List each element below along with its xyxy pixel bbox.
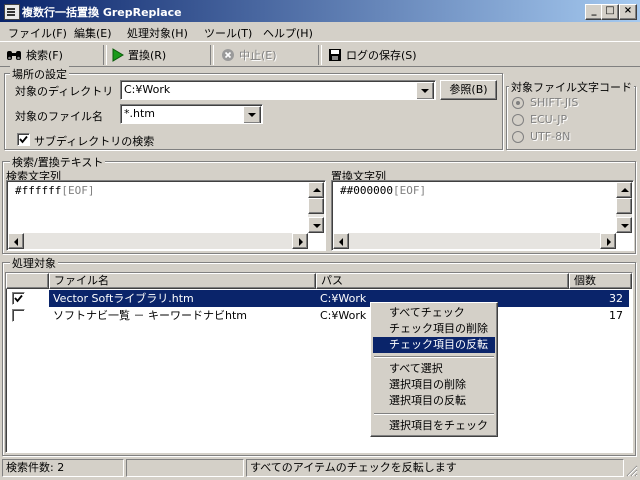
row-checkbox[interactable] [12,309,25,322]
filename-label: 対象のファイル名 [15,110,103,123]
encoding-radio-utf8n[interactable] [512,131,524,143]
scroll-down-arrow[interactable] [616,217,632,233]
targets-list[interactable]: ファイル名 パス 個数 Vector Softライブラリ.htm C:¥Work… [5,272,633,453]
eof-marker: [EOF] [392,184,427,197]
column-header-check[interactable] [6,273,49,289]
encoding-label-eucjp: ECU-JP [530,113,568,126]
row-count: 17 [609,309,623,322]
encoding-label-utf8n: UTF-8N [530,130,571,143]
targets-group-label: 処理対象 [10,255,58,271]
menu-file[interactable]: ファイル(F) [8,25,67,41]
eof-marker: [EOF] [61,184,95,197]
column-header-path[interactable]: パス [316,273,569,289]
context-menu: すべてチェック チェック項目の削除 チェック項目の反転 すべて選択 選択項目の削… [370,302,498,437]
scroll-right-arrow[interactable] [292,233,308,249]
encoding-radio-sjis[interactable] [512,97,524,109]
play-icon [112,48,124,62]
scroll-left-arrow[interactable] [333,233,349,249]
floppy-disk-icon [329,49,341,61]
directory-combobox[interactable]: C:¥Work [120,80,436,100]
status-message: すべてのアイテムのチェックを反転します [246,459,624,477]
window-title: 複数行一括置換 GrepReplace [22,6,182,19]
replace-hscrollbar[interactable] [333,233,616,249]
row-filename: ソフトナビ一覧 － キーワードナビhtm [53,309,247,322]
menu-edit[interactable]: 編集(E) [74,25,112,41]
browse-button[interactable]: 参照(B) [440,80,497,100]
maximize-button[interactable]: □ [601,4,619,20]
filename-dropdown-arrow[interactable] [243,106,261,123]
ctx-delete-selected[interactable]: 選択項目の削除 [373,377,495,393]
search-hscrollbar[interactable] [8,233,308,249]
replace-textarea[interactable]: ##000000[EOF] [331,180,634,251]
scroll-up-arrow[interactable] [308,182,324,198]
ctx-invert-checked[interactable]: チェック項目の反転 [373,337,495,353]
ctx-separator [374,356,494,358]
stop-tool-button[interactable]: 中止(E) [221,47,277,63]
ctx-select-all[interactable]: すべて選択 [373,361,495,377]
save-log-button[interactable]: ログの保存(S) [328,47,417,63]
ctx-invert-selected[interactable]: 選択項目の反転 [373,393,495,409]
replace-text-value: ##000000 [340,184,393,197]
replace-tool-button[interactable]: 置換(R) [112,47,166,63]
status-count: 検索件数: 2 [2,459,124,477]
binoculars-icon [7,51,21,60]
directory-dropdown-arrow[interactable] [416,82,434,99]
toolbar-separator [103,45,107,65]
ctx-delete-checked[interactable]: チェック項目の削除 [373,321,495,337]
scroll-up-arrow[interactable] [616,182,632,198]
row-count: 32 [569,290,629,307]
subdir-checkbox[interactable] [17,133,30,146]
scroll-right-arrow[interactable] [600,233,616,249]
encoding-group-label: 対象ファイル文字コード [509,79,634,95]
scroll-down-arrow[interactable] [308,217,324,233]
table-row[interactable]: Vector Softライブラリ.htm C:¥Work 32 [6,290,632,307]
scroll-thumb[interactable] [616,198,632,214]
size-grip-icon [626,465,638,477]
encoding-label-sjis: SHIFT-JIS [530,96,579,109]
save-log-label: ログの保存(S) [346,49,417,62]
search-tool-label: 検索(F) [26,49,63,62]
ctx-check-all[interactable]: すべてチェック [373,305,495,321]
title-bar[interactable]: 複数行一括置換 GrepReplace _ □ × [0,0,640,22]
encoding-radio-eucjp[interactable] [512,114,524,126]
filename-value: *.htm [124,107,155,120]
column-header-count[interactable]: 個数 [569,273,632,289]
checkmark-icon [19,135,28,144]
scroll-thumb[interactable] [308,198,324,214]
menu-bar: ファイル(F) 編集(E) 処理対象(H) ツール(T) ヘルプ(H) [0,22,640,41]
search-text-value: #ffffff [15,184,62,197]
filename-combobox[interactable]: *.htm [120,104,263,124]
toolbar-separator [318,45,322,65]
search-vscrollbar[interactable] [308,182,324,233]
search-textarea[interactable]: #ffffff[EOF] [6,180,326,251]
checkmark-icon [14,294,23,303]
scroll-left-arrow[interactable] [8,233,24,249]
toolbar-separator [210,45,214,65]
toolbar: 検索(F) 置換(R) 中止(E) ログの保存(S) [0,41,640,67]
stop-tool-label: 中止(E) [239,49,277,62]
row-filename: Vector Softライブラリ.htm [49,290,320,307]
close-button[interactable]: × [619,4,637,20]
ctx-check-selected[interactable]: 選択項目をチェック [373,418,495,434]
directory-label: 対象のディレクトリ [15,85,114,98]
menu-tools[interactable]: ツール(T) [204,25,252,41]
search-tool-button[interactable]: 検索(F) [6,47,63,63]
row-checkbox[interactable] [12,292,25,305]
stop-icon [222,49,234,61]
menu-help[interactable]: ヘルプ(H) [263,25,313,41]
location-group-label: 場所の設定 [10,66,69,82]
status-middle [126,459,244,477]
app-icon[interactable] [4,4,20,20]
size-grip[interactable] [624,463,638,477]
replace-tool-label: 置換(R) [128,49,167,62]
directory-value: C:¥Work [124,83,171,96]
subdir-label: サブディレクトリの検索 [34,135,155,148]
table-row[interactable]: ソフトナビ一覧 － キーワードナビhtm C:¥Work 17 [6,307,632,324]
column-header-filename[interactable]: ファイル名 [49,273,316,289]
menu-targets[interactable]: 処理対象(H) [127,25,188,41]
ctx-separator [374,413,494,415]
replace-vscrollbar[interactable] [616,182,632,233]
